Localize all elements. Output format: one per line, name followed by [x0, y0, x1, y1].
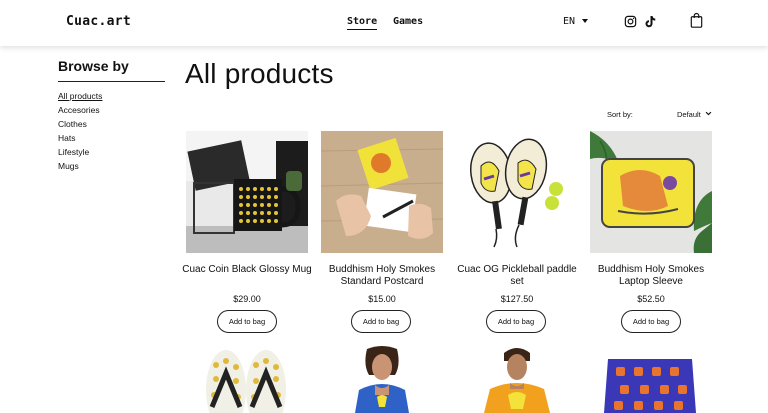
add-to-bag-button[interactable]: Add to bag: [621, 310, 681, 333]
product-image-flip-flops[interactable]: [186, 345, 308, 413]
product-name[interactable]: Cuac Coin Black Glossy Mug: [180, 264, 314, 276]
category-mugs[interactable]: Mugs: [58, 161, 79, 171]
category-accesories[interactable]: Accesories: [58, 105, 100, 115]
chevron-down-icon[interactable]: [582, 19, 588, 23]
category-lifestyle[interactable]: Lifestyle: [58, 147, 89, 157]
divider: [58, 81, 165, 82]
product-image-pickleball[interactable]: [456, 131, 578, 253]
sort-dropdown[interactable]: Default: [677, 110, 701, 119]
product-name[interactable]: Buddhism Holy Smokes Laptop Sleeve: [584, 264, 718, 288]
product-image-mug[interactable]: [186, 131, 308, 253]
chevron-down-icon[interactable]: [705, 110, 712, 117]
tiktok-icon[interactable]: [644, 15, 656, 28]
nav-games-link[interactable]: Games: [393, 16, 423, 27]
product-price: $15.00: [368, 294, 396, 304]
add-to-bag-button[interactable]: Add to bag: [217, 310, 277, 333]
product-name[interactable]: Cuac OG Pickleball paddle set: [450, 264, 584, 288]
nav-store-link[interactable]: Store: [347, 16, 378, 30]
site-logo[interactable]: Cuac.art: [66, 14, 131, 29]
product-price: $52.50: [637, 294, 665, 304]
sort-label: Sort by:: [607, 110, 633, 119]
product-name[interactable]: Buddhism Holy Smokes Standard Postcard: [315, 264, 449, 288]
category-hats[interactable]: Hats: [58, 133, 75, 143]
product-image-shorts[interactable]: [590, 345, 712, 413]
category-all-products[interactable]: All products: [58, 91, 102, 101]
site-header: Cuac.art Store Games EN: [0, 0, 768, 46]
product-image-postcard[interactable]: [321, 131, 443, 253]
product-price: $127.50: [500, 294, 534, 304]
language-selector[interactable]: EN: [563, 16, 575, 27]
instagram-icon[interactable]: [624, 15, 637, 28]
product-price: $29.00: [233, 294, 261, 304]
category-clothes[interactable]: Clothes: [58, 119, 87, 129]
add-to-bag-button[interactable]: Add to bag: [486, 310, 546, 333]
product-image-kids-tshirt-blue[interactable]: [321, 345, 443, 413]
product-image-kids-tshirt-orange[interactable]: [456, 345, 578, 413]
page-title: All products: [185, 58, 334, 89]
product-image-laptop-sleeve[interactable]: [590, 131, 712, 253]
add-to-bag-button[interactable]: Add to bag: [351, 310, 411, 333]
browse-by-heading: Browse by: [58, 58, 129, 74]
shopping-bag-icon[interactable]: [690, 12, 703, 28]
